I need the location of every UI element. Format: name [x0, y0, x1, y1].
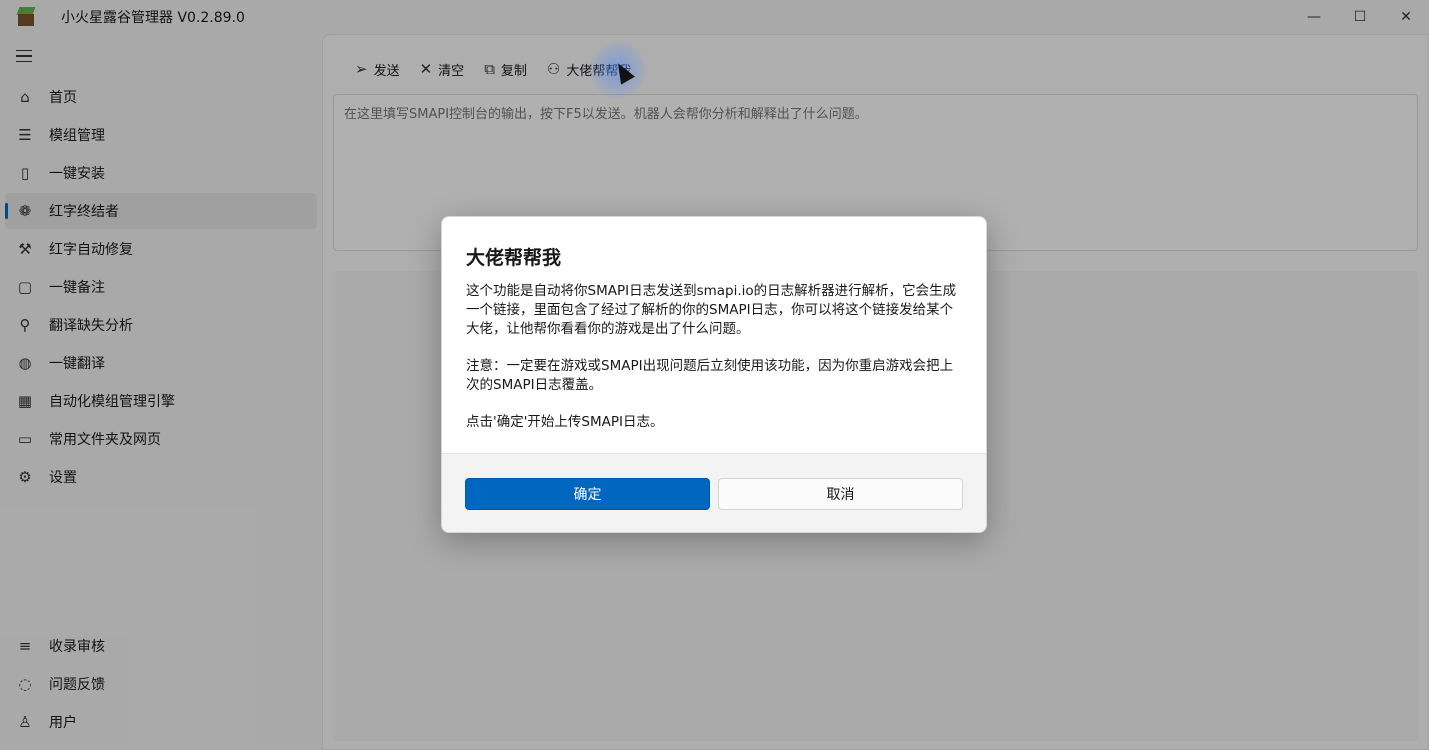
confirm-button[interactable]: 确定 — [465, 478, 710, 510]
dialog-paragraph-description: 这个功能是自动将你SMAPI日志发送到smapi.io的日志解析器进行解析，它会… — [466, 283, 957, 337]
cancel-button[interactable]: 取消 — [718, 478, 963, 510]
dialog-paragraph-instruction: 点击'确定'开始上传SMAPI日志。 — [466, 414, 664, 430]
dialog-paragraph-warning: 注意：一定要在游戏或SMAPI出现问题后立刻使用该功能，因为你重启游戏会把上次的… — [466, 358, 954, 393]
dialog-title: 大佬帮帮我 — [466, 247, 562, 269]
dialog-footer: 确定 取消 — [442, 453, 986, 532]
dialog-body: 大佬帮帮我 这个功能是自动将你SMAPI日志发送到smapi.io的日志解析器进… — [442, 217, 986, 453]
help-dialog: 大佬帮帮我 这个功能是自动将你SMAPI日志发送到smapi.io的日志解析器进… — [441, 216, 987, 533]
